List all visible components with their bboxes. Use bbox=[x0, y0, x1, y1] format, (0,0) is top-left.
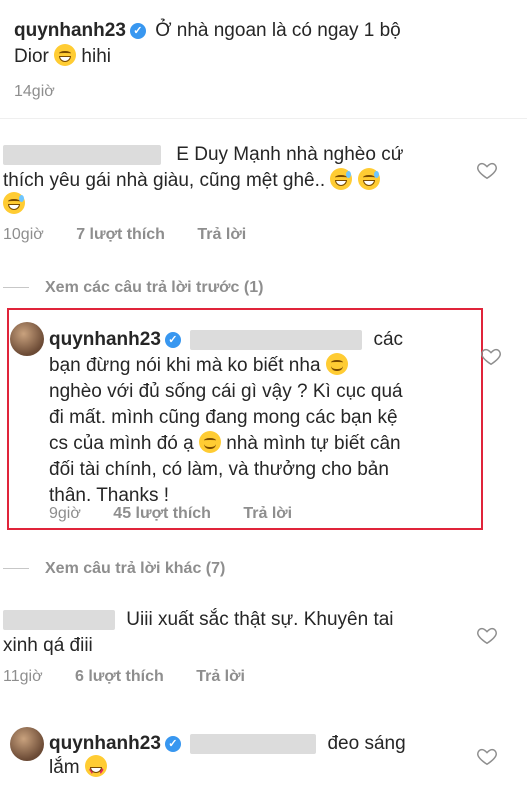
verified-icon: ✓ bbox=[164, 736, 181, 752]
view-previous-label: Xem các câu trả lời trước (1) bbox=[45, 279, 264, 296]
comment2-likes[interactable]: 6 lượt thích bbox=[75, 668, 164, 685]
reply2-username[interactable]: quynhanh23 bbox=[49, 733, 161, 754]
relieved-emoji-icon bbox=[325, 353, 348, 375]
reply1-username[interactable]: quynhanh23 bbox=[49, 329, 161, 350]
post-caption: quynhanh23 ✓ Ở nhà ngoan là có ngay 1 bộ bbox=[14, 17, 401, 44]
heart-eyes-emoji-icon bbox=[84, 755, 107, 785]
reply1-line4: đi mất. mình cũng đang mong các bạn kệ bbox=[49, 407, 398, 428]
avatar[interactable] bbox=[10, 727, 44, 761]
divider bbox=[0, 118, 527, 119]
reply1-line6: đối tài chính, có làm, và thưởng cho bản bbox=[49, 459, 389, 480]
blurred-mention bbox=[190, 329, 363, 350]
view-other-label: Xem câu trả lời khác (7) bbox=[45, 560, 226, 577]
sweat-smile-emoji-icon bbox=[330, 168, 353, 190]
reply2-line2: lắm bbox=[49, 754, 107, 785]
reply1-line5: cs của mình đó ạ nhà mình tự biết cân bbox=[49, 430, 401, 457]
caption-text-a: Dior bbox=[14, 46, 49, 67]
comment1-meta: 10giờ 7 lượt thích Trả lời bbox=[3, 226, 274, 244]
comment1-time: 10giờ bbox=[3, 226, 44, 243]
blurred-username bbox=[3, 609, 115, 630]
comment1-reply-button[interactable]: Trả lời bbox=[197, 226, 246, 243]
post-time: 14giờ bbox=[14, 83, 55, 100]
comment1-text2: thích yêu gái nhà giàu, cũng mệt ghê.. bbox=[3, 170, 326, 191]
like-heart-icon[interactable] bbox=[480, 345, 502, 367]
comment1-likes[interactable]: 7 lượt thích bbox=[76, 226, 165, 243]
caption-line1: Ở nhà ngoan là có ngay 1 bộ bbox=[155, 20, 401, 41]
reply2-text2: lắm bbox=[49, 757, 80, 778]
reply1-line2: bạn đừng nói khi mà ko biết nha bbox=[49, 352, 348, 379]
reply2-text1: đeo sáng bbox=[327, 733, 406, 754]
reply1-line1: quynhanh23 ✓ các bbox=[49, 326, 403, 353]
comment2-text1: Uiii xuất sắc thật sự. Khuyên tai bbox=[126, 609, 394, 630]
sweat-smile-emoji-icon bbox=[357, 168, 380, 190]
thread-line bbox=[3, 568, 29, 570]
like-heart-icon[interactable] bbox=[476, 624, 498, 646]
relieved-emoji-icon bbox=[198, 431, 221, 453]
blurred-mention bbox=[190, 733, 317, 754]
comment2-reply-button[interactable]: Trả lời bbox=[196, 668, 245, 685]
view-previous-replies[interactable]: Xem các câu trả lời trước (1) bbox=[3, 279, 263, 297]
reply1-reply-button[interactable]: Trả lời bbox=[243, 505, 292, 522]
verified-icon: ✓ bbox=[129, 23, 146, 39]
caption-line2: Dior hihi bbox=[14, 43, 111, 70]
like-heart-icon[interactable] bbox=[476, 745, 498, 767]
thread-line bbox=[3, 287, 29, 289]
view-other-replies[interactable]: Xem câu trả lời khác (7) bbox=[3, 560, 225, 578]
reply1-text1: các bbox=[373, 329, 404, 350]
caption-text-b: hihi bbox=[81, 46, 111, 67]
like-heart-icon[interactable] bbox=[476, 159, 498, 181]
comment1-line2: thích yêu gái nhà giàu, cũng mệt ghê.. bbox=[3, 167, 380, 194]
post-username[interactable]: quynhanh23 bbox=[14, 20, 126, 41]
reply1-line3: nghèo với đủ sống cái gì vậy ? Kì cục qu… bbox=[49, 381, 403, 402]
reply1-text5b: nhà mình tự biết cân bbox=[226, 433, 401, 454]
reply1-likes[interactable]: 45 lượt thích bbox=[113, 505, 211, 522]
sweat-smile-emoji-icon bbox=[3, 192, 25, 214]
comment2-line1: Uiii xuất sắc thật sự. Khuyên tai bbox=[3, 606, 394, 633]
comment1-line1: E Duy Mạnh nhà nghèo cứ bbox=[3, 141, 403, 168]
reply1-text2: bạn đừng nói khi mà ko biết nha bbox=[49, 355, 321, 376]
comment2-time: 11giờ bbox=[3, 668, 43, 685]
post-meta: 14giờ bbox=[14, 83, 83, 101]
reply2-line1: quynhanh23 ✓ đeo sáng bbox=[49, 730, 406, 757]
grinning-emoji-icon bbox=[54, 44, 77, 66]
avatar[interactable] bbox=[10, 322, 44, 356]
reply1-meta: 9giờ 45 lượt thích Trả lời bbox=[49, 505, 320, 523]
verified-icon: ✓ bbox=[164, 332, 181, 348]
comment1-text1: E Duy Mạnh nhà nghèo cứ bbox=[176, 144, 404, 165]
comment2-line2: xinh qá điii bbox=[3, 635, 93, 656]
blurred-username bbox=[3, 144, 161, 165]
comment1-line3 bbox=[3, 191, 25, 218]
reply1-time: 9giờ bbox=[49, 505, 81, 522]
comment2-meta: 11giờ 6 lượt thích Trả lời bbox=[3, 668, 273, 686]
reply1-text5a: cs của mình đó ạ bbox=[49, 433, 194, 454]
